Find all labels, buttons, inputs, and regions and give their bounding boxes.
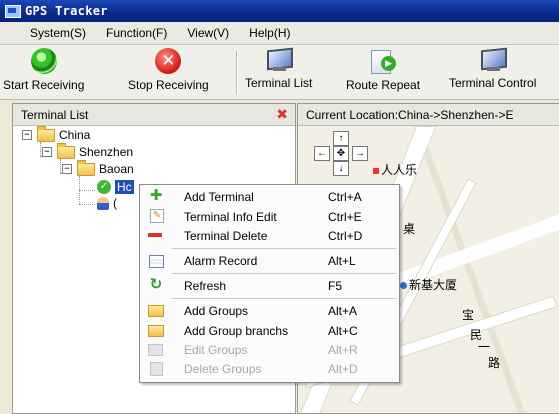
map-street-label: 路	[488, 356, 501, 370]
poi-marker-icon	[400, 282, 407, 289]
tree-label-terminal-2: (	[113, 196, 117, 210]
map-street-label: 宝	[462, 308, 475, 322]
route-repeat-label: Route Repeat	[346, 78, 421, 92]
current-location-header: Current Location:China->Shenzhen->E	[298, 104, 559, 126]
stop-receiving-button[interactable]: ✕ Stop Receiving	[128, 48, 209, 92]
map-street-label: 一	[478, 340, 491, 354]
menu-item-terminal-info-edit[interactable]: ✎ Terminal Info Edit Ctrl+E	[140, 207, 399, 226]
terminal-control-button[interactable]: Terminal Control	[449, 47, 537, 90]
route-repeat-button[interactable]: ▶ Route Repeat	[346, 48, 420, 92]
menu-separator	[172, 248, 396, 249]
stop-receiving-label: Stop Receiving	[128, 78, 209, 92]
stop-receiving-icon: ✕	[155, 48, 182, 74]
tree-node-terminal-2[interactable]: (	[97, 196, 117, 210]
menu-separator	[172, 273, 396, 274]
terminal-list-header: Terminal List ✖	[13, 104, 295, 126]
menu-item-edit-groups[interactable]: Edit Groups Alt+R	[140, 340, 399, 359]
folder-delete-icon	[150, 362, 163, 376]
pan-down-button[interactable]: ↓	[333, 161, 349, 176]
tree-node-china[interactable]: − China	[22, 125, 91, 142]
tree-node-baoan[interactable]: − Baoan	[62, 159, 134, 176]
menu-item-terminal-delete[interactable]: Terminal Delete Ctrl+D	[140, 226, 399, 245]
menu-item-add-group-branchs[interactable]: Add Group branchs Alt+C	[140, 321, 399, 340]
toolbar-separator	[236, 51, 238, 95]
collapse-icon[interactable]: −	[42, 147, 52, 157]
tree-node-shenzhen[interactable]: − Shenzhen	[42, 142, 134, 159]
route-repeat-icon: ▶	[369, 48, 397, 74]
menu-help[interactable]: Help(H)	[249, 26, 290, 40]
map-poi-label: 新基大厦	[400, 276, 457, 293]
menu-system[interactable]: System(S)	[30, 26, 86, 40]
minus-icon	[148, 233, 162, 237]
folder-icon	[57, 142, 75, 159]
record-icon	[149, 255, 164, 268]
menu-item-refresh[interactable]: ↻ Refresh F5	[140, 276, 399, 295]
window-title: GPS Tracker	[25, 4, 108, 18]
terminal-list-label: Terminal List	[245, 76, 313, 90]
menu-item-delete-groups[interactable]: Delete Groups Alt+D	[140, 359, 399, 378]
folder-add-icon	[148, 305, 164, 317]
poi-marker-icon	[373, 168, 379, 174]
toolbar: Start Receiving ✕ Stop Receiving Termina…	[0, 45, 559, 100]
tree-label-shenzhen: Shenzhen	[79, 145, 134, 159]
pan-center-button[interactable]: ✥	[333, 146, 349, 161]
start-receiving-label: Start Receiving	[3, 78, 85, 92]
pan-right-button[interactable]: →	[352, 146, 368, 161]
menu-function[interactable]: Function(F)	[106, 26, 167, 40]
terminal-online-icon: ✓	[97, 180, 111, 194]
map-street-label: 桌	[403, 222, 416, 236]
menubar: System(S) Function(F) View(V) Help(H)	[0, 22, 559, 45]
folder-icon	[37, 125, 55, 142]
start-receiving-icon	[30, 48, 57, 74]
context-menu: ✚ Add Terminal Ctrl+A ✎ Terminal Info Ed…	[139, 184, 400, 383]
menu-item-add-terminal[interactable]: ✚ Add Terminal Ctrl+A	[140, 187, 399, 206]
folder-icon	[77, 159, 95, 176]
collapse-icon[interactable]: −	[62, 164, 72, 174]
map-poi-label: 人人乐	[373, 161, 417, 178]
terminal-list-button[interactable]: Terminal List	[245, 47, 313, 90]
pan-left-button[interactable]: ←	[314, 146, 330, 161]
tree-label-terminal-1: Hc	[115, 180, 134, 194]
app-icon	[5, 4, 21, 18]
tree-node-terminal-1[interactable]: ✓ Hc	[97, 180, 134, 194]
refresh-icon: ↻	[149, 276, 163, 293]
tree-label-baoan: Baoan	[99, 162, 134, 176]
terminal-control-icon	[478, 47, 508, 72]
menu-separator	[172, 298, 396, 299]
edit-icon: ✎	[150, 209, 164, 223]
plus-icon: ✚	[149, 187, 163, 204]
current-location-text: Current Location:China->Shenzhen->E	[306, 107, 514, 122]
terminal-list-title: Terminal List	[21, 107, 89, 122]
close-icon[interactable]: ✖	[276, 106, 288, 123]
user-icon	[97, 196, 109, 210]
folder-edit-icon	[148, 344, 163, 356]
menu-item-alarm-record[interactable]: Alarm Record Alt+L	[140, 251, 399, 270]
start-receiving-button[interactable]: Start Receiving	[3, 48, 84, 92]
window-titlebar: GPS Tracker	[0, 0, 559, 22]
menu-item-add-groups[interactable]: Add Groups Alt+A	[140, 301, 399, 320]
tree-label-china: China	[59, 128, 91, 142]
monitor-icon	[264, 47, 294, 72]
pan-up-button[interactable]: ↑	[333, 131, 349, 146]
menu-view[interactable]: View(V)	[187, 26, 229, 40]
collapse-icon[interactable]: −	[22, 130, 32, 140]
folder-icon	[148, 325, 164, 337]
terminal-control-label: Terminal Control	[449, 76, 537, 90]
